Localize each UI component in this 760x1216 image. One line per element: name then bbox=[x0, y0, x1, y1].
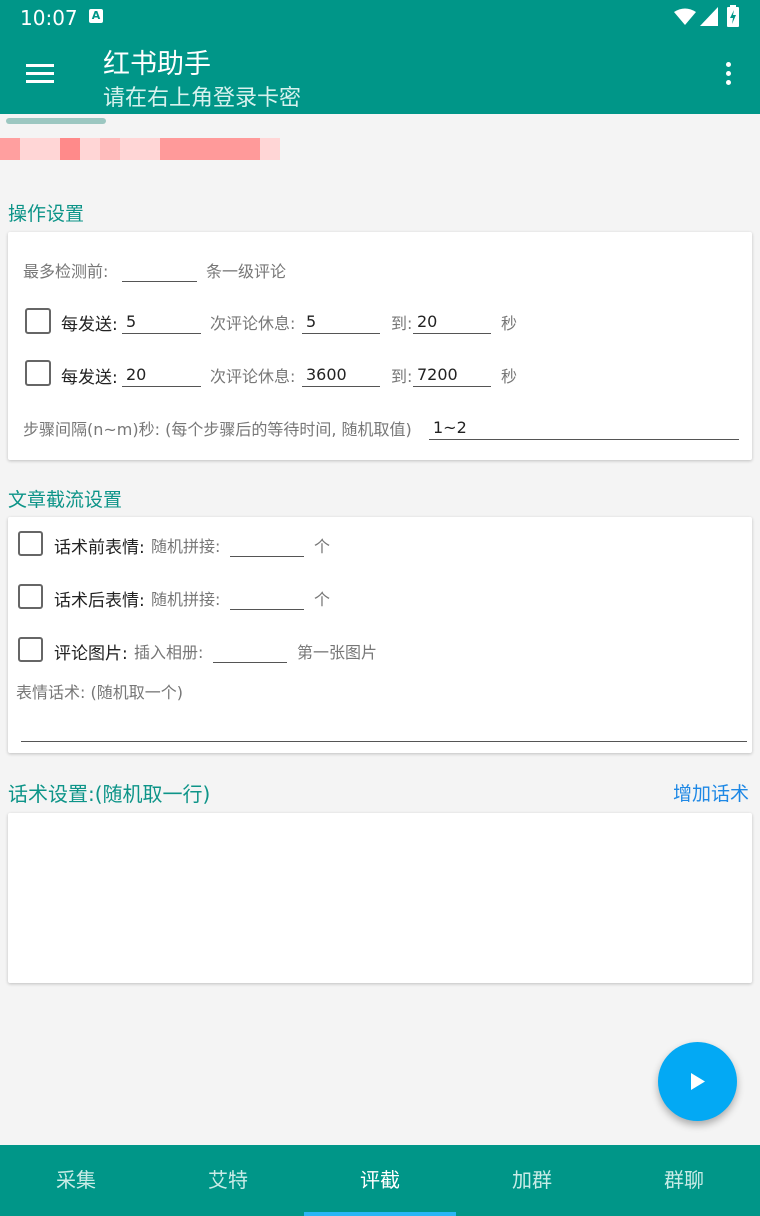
step-interval-input[interactable]: 1~2 bbox=[429, 416, 739, 440]
step-interval-label: 步骤间隔(n~m)秒: (每个步骤后的等待时间, 随机取值) bbox=[23, 420, 412, 439]
app-title: 红书助手 bbox=[103, 49, 211, 80]
tab-group-chat[interactable]: 群聊 bbox=[608, 1145, 760, 1216]
seconds-unit-1: 秒 bbox=[501, 314, 518, 333]
tab-collect[interactable]: 采集 bbox=[0, 1145, 152, 1216]
comment-image-checkbox[interactable] bbox=[18, 637, 43, 662]
pre-emoji-input[interactable] bbox=[230, 533, 304, 557]
rest-label-2: 次评论休息: bbox=[210, 367, 296, 386]
seconds-unit-2: 秒 bbox=[501, 367, 518, 386]
status-bar: 10:07 A bbox=[0, 0, 760, 34]
comment-image-label: 评论图片: bbox=[54, 644, 128, 664]
tab-join-group[interactable]: 加群 bbox=[456, 1145, 608, 1216]
active-tab-indicator bbox=[304, 1212, 456, 1216]
max-check-suffix: 条一级评论 bbox=[206, 262, 287, 281]
emoji-script-input[interactable] bbox=[21, 718, 747, 742]
send-rest-checkbox-1[interactable] bbox=[25, 308, 51, 334]
notification-a-icon: A bbox=[89, 9, 103, 23]
post-emoji-label: 话术后表情: bbox=[54, 591, 145, 611]
send-label-2: 每发送: bbox=[61, 368, 118, 388]
max-check-label: 最多检测前: bbox=[23, 262, 109, 281]
max-check-input[interactable] bbox=[122, 258, 197, 282]
send-label-1: 每发送: bbox=[61, 315, 118, 335]
comment-image-input[interactable] bbox=[213, 639, 287, 663]
pre-emoji-unit: 个 bbox=[314, 537, 331, 556]
tab-comment-intercept[interactable]: 评截 bbox=[304, 1145, 456, 1216]
blurred-banner bbox=[0, 118, 290, 176]
emoji-script-label: 表情话术: (随机取一个) bbox=[16, 683, 183, 702]
app-subtitle: 请在右上角登录卡密 bbox=[103, 86, 302, 111]
rest-from-input-1[interactable]: 5 bbox=[302, 310, 380, 334]
pre-emoji-label: 话术前表情: bbox=[54, 538, 145, 558]
to-label-1: 到: bbox=[391, 314, 413, 333]
status-time: 10:07 bbox=[20, 6, 78, 30]
comment-image-sub: 插入相册: bbox=[134, 643, 204, 662]
bottom-tab-bar: 采集 艾特 评截 加群 群聊 bbox=[0, 1145, 760, 1216]
script-textarea[interactable] bbox=[8, 813, 752, 983]
post-emoji-unit: 个 bbox=[314, 590, 331, 609]
article-card: 话术前表情: 随机拼接: 个 话术后表情: 随机拼接: 个 评论图片: 插入相册… bbox=[8, 517, 752, 753]
more-vert-icon[interactable] bbox=[723, 62, 733, 90]
tab-mention[interactable]: 艾特 bbox=[152, 1145, 304, 1216]
post-emoji-input[interactable] bbox=[230, 586, 304, 610]
start-fab-button[interactable] bbox=[658, 1042, 737, 1121]
add-script-button[interactable]: 增加话术 bbox=[673, 779, 749, 806]
section-title-article: 文章截流设置 bbox=[8, 489, 123, 511]
hamburger-menu-icon[interactable] bbox=[26, 64, 54, 84]
pre-emoji-sub: 随机拼接: bbox=[151, 537, 221, 556]
send-count-input-2[interactable]: 20 bbox=[122, 363, 201, 387]
post-emoji-sub: 随机拼接: bbox=[151, 590, 221, 609]
post-emoji-checkbox[interactable] bbox=[18, 584, 43, 609]
rest-to-input-1[interactable]: 20 bbox=[413, 310, 491, 334]
tab-comment-intercept-label: 评截 bbox=[360, 1168, 400, 1192]
app-bar: 红书助手 请在右上角登录卡密 bbox=[0, 34, 760, 114]
send-count-input-1[interactable]: 5 bbox=[122, 310, 201, 334]
operation-card: 最多检测前: 条一级评论 每发送: 5 次评论休息: 5 到: 20 秒 每发送… bbox=[8, 232, 752, 460]
pre-emoji-checkbox[interactable] bbox=[18, 531, 43, 556]
comment-image-suffix: 第一张图片 bbox=[297, 643, 378, 662]
rest-label-1: 次评论休息: bbox=[210, 314, 296, 333]
to-label-2: 到: bbox=[391, 367, 413, 386]
signal-icon bbox=[700, 7, 718, 26]
send-rest-checkbox-2[interactable] bbox=[25, 360, 51, 386]
rest-from-input-2[interactable]: 3600 bbox=[302, 363, 380, 387]
play-icon bbox=[691, 1073, 705, 1090]
section-title-script: 话术设置:(随机取一行) bbox=[8, 782, 211, 806]
rest-to-input-2[interactable]: 7200 bbox=[413, 363, 491, 387]
wifi-icon bbox=[674, 8, 696, 25]
battery-charging-icon bbox=[727, 5, 739, 27]
section-title-operation: 操作设置 bbox=[8, 203, 85, 225]
